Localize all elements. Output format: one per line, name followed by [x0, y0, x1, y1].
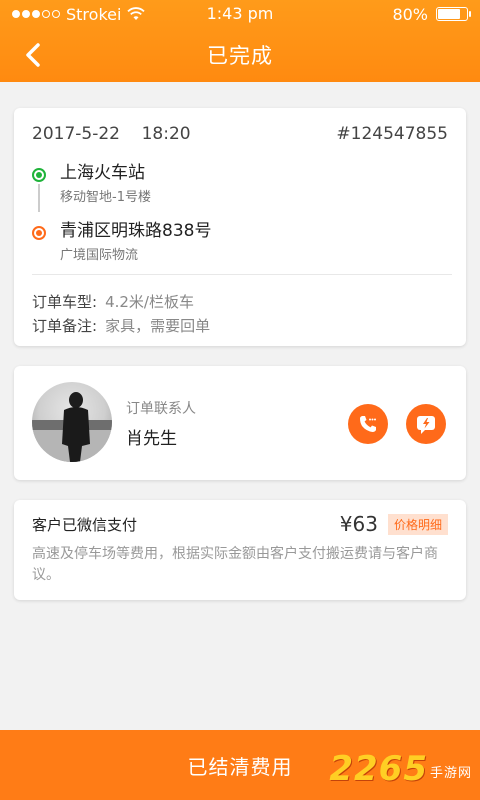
note-row: 订单备注: 家具，需要回单: [32, 314, 210, 338]
note-label: 订单备注:: [32, 317, 98, 335]
message-icon: [417, 416, 435, 434]
phone-icon: [360, 416, 376, 432]
order-header: 2017-5-22 18:20 #124547855: [14, 108, 466, 144]
settle-fee-button[interactable]: 已结清费用 2265 手游网: [0, 730, 480, 800]
divider: [32, 274, 452, 275]
payment-row: 客户已微信支付 ¥63 价格明细: [32, 512, 448, 536]
watermark-text: 手游网: [429, 766, 472, 781]
payment-title: 客户已微信支付: [32, 515, 138, 534]
vehicle-label: 订单车型:: [32, 293, 98, 311]
contact-card: 订单联系人 肖先生: [14, 366, 466, 480]
pickup-detail: 移动智地-1号楼: [60, 190, 151, 205]
payment-price: ¥63: [339, 512, 378, 536]
dropoff-pin-icon: [32, 226, 46, 240]
message-button[interactable]: [406, 404, 446, 444]
note-value: 家具，需要回单: [105, 317, 211, 335]
clock: 1:43 pm: [206, 4, 274, 23]
route: 上海火车站 移动智地-1号楼 青浦区明珠路838号 广境国际物流: [14, 144, 466, 278]
pickup-name: 上海火车站: [60, 163, 145, 183]
payment-card: 客户已微信支付 ¥63 价格明细 高速及停车场等费用，根据实际金额由客户支付搬运…: [14, 500, 466, 600]
contact-name: 肖先生: [126, 429, 177, 449]
order-info: 订单车型: 4.2米/栏板车 订单备注: 家具，需要回单: [32, 290, 210, 338]
price-detail-button[interactable]: 价格明细: [387, 513, 448, 535]
payment-description: 高速及停车场等费用，根据实际金额由客户支付搬运费请与客户商议。: [32, 546, 438, 583]
dropoff-stop: 青浦区明珠路838号 广境国际物流: [14, 220, 466, 278]
battery-icon: [436, 7, 471, 21]
vehicle-row: 订单车型: 4.2米/栏板车: [32, 290, 210, 314]
status-bar: Strokei 1:43 pm 80%: [0, 0, 480, 28]
order-number: #124547855: [336, 124, 448, 144]
chevron-left-icon[interactable]: [20, 40, 48, 70]
pickup-stop: 上海火车站 移动智地-1号楼: [14, 162, 466, 220]
avatar: [32, 382, 112, 462]
dropoff-name: 青浦区明珠路838号: [60, 221, 212, 241]
watermark-logo: 2265 手游网: [329, 752, 472, 786]
person-silhouette-icon: [32, 392, 112, 462]
order-date: 2017-5-22: [32, 124, 120, 144]
order-time: 18:20: [141, 124, 191, 144]
order-datetime: 2017-5-22 18:20: [32, 124, 191, 144]
page-title: 已完成: [207, 44, 273, 68]
dropoff-detail: 广境国际物流: [60, 248, 139, 263]
settle-fee-label: 已结清费用: [187, 754, 293, 779]
call-button[interactable]: [348, 404, 388, 444]
order-card: 2017-5-22 18:20 #124547855 上海火车站 移动智地-1号…: [14, 108, 466, 346]
contact-label: 订单联系人: [126, 401, 196, 417]
header: Strokei 1:43 pm 80% 已完成: [0, 0, 480, 82]
vehicle-value: 4.2米/栏板车: [105, 293, 194, 311]
pickup-pin-icon: [32, 168, 46, 182]
nav-bar: 已完成: [0, 28, 480, 82]
watermark-number: 2265: [329, 749, 428, 789]
